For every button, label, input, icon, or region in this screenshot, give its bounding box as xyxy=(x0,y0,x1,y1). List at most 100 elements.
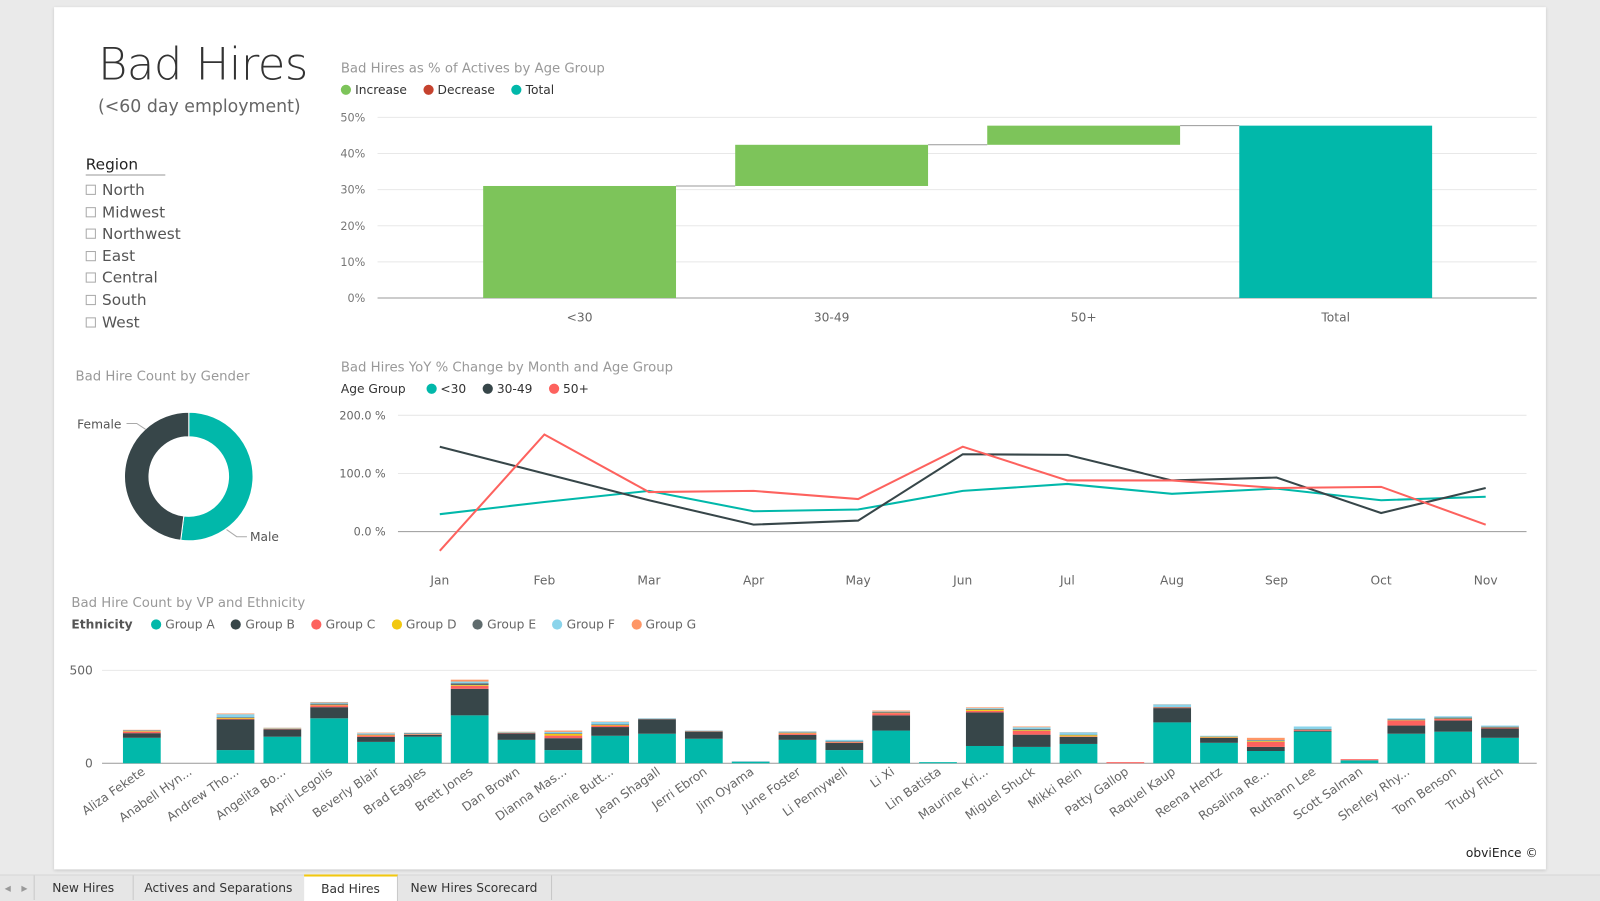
bar-segment xyxy=(638,719,676,733)
bar-segment xyxy=(1481,726,1519,727)
bar-segment xyxy=(263,729,301,730)
bar-segment xyxy=(1481,728,1519,729)
bar-segment xyxy=(872,713,910,715)
bar-segment xyxy=(451,680,489,682)
bar-segment xyxy=(825,741,863,742)
bar-segment xyxy=(310,702,348,703)
bar-segment xyxy=(825,743,863,750)
stacked-bar-chart: 0500Aliza FeketeAnabell Hyn...Andrew Tho… xyxy=(0,0,1600,900)
bar-segment xyxy=(779,732,817,733)
prev-page-icon[interactable]: ◂ xyxy=(0,876,15,900)
tab-actives-and-separations[interactable]: Actives and Separations xyxy=(133,876,305,900)
bar-segment xyxy=(357,735,395,736)
bar-segment xyxy=(357,733,395,734)
bar-segment xyxy=(591,722,629,725)
bar-segment xyxy=(1153,708,1191,709)
bar-segment xyxy=(685,732,723,739)
bar-segment xyxy=(123,731,161,732)
bar-segment xyxy=(1434,718,1472,719)
bar-segment xyxy=(1200,743,1238,763)
bar-segment xyxy=(310,705,348,707)
bar-segment xyxy=(685,739,723,764)
bar-segment xyxy=(498,733,536,734)
bar-segment xyxy=(1060,735,1098,736)
bar-segment xyxy=(1060,736,1098,737)
bar-segment xyxy=(1153,704,1191,707)
bar-segment xyxy=(263,729,301,736)
bar-segment xyxy=(1434,716,1472,717)
bar-segment xyxy=(1481,729,1519,738)
bar-segment xyxy=(451,689,489,716)
bar-segment xyxy=(1060,732,1098,734)
bar-segment xyxy=(357,735,395,736)
bar-segment xyxy=(123,733,161,738)
bar-segment xyxy=(872,711,910,712)
tab-new-hires-scorecard[interactable]: New Hires Scorecard xyxy=(397,876,552,900)
bar-segment xyxy=(1247,741,1285,742)
bar-segment xyxy=(966,710,1004,711)
bar-segment xyxy=(451,715,489,763)
bar-segment xyxy=(591,724,629,725)
bar-segment xyxy=(1013,726,1051,727)
bar-segment xyxy=(451,685,489,686)
bar-segment xyxy=(1060,737,1098,744)
bar-segment xyxy=(1013,747,1051,763)
bar-segment xyxy=(1294,730,1332,731)
bar-segment xyxy=(1060,744,1098,763)
bar-segment xyxy=(544,733,582,734)
bar-segment xyxy=(310,703,348,704)
bar-segment xyxy=(544,731,582,732)
bar-segment xyxy=(357,737,395,742)
next-page-icon[interactable]: ▸ xyxy=(15,876,34,900)
bar-segment xyxy=(217,719,255,720)
page-tabs: ◂ ▸ New Hires Actives and Separations Ba… xyxy=(0,874,1600,901)
bar-segment xyxy=(544,750,582,763)
y-tick-label: 500 xyxy=(69,663,92,677)
bar-segment xyxy=(966,712,1004,746)
bar-segment xyxy=(591,736,629,763)
bar-segment xyxy=(1387,719,1425,720)
bar-segment xyxy=(357,733,395,734)
bar-segment xyxy=(1153,722,1191,763)
bar-segment xyxy=(1294,729,1332,730)
bar-segment xyxy=(310,705,348,706)
bar-segment xyxy=(591,725,629,726)
bar-segment xyxy=(1247,751,1285,763)
bar-segment xyxy=(1341,760,1379,763)
bar-segment xyxy=(966,708,1004,709)
bar-segment xyxy=(404,735,442,737)
bar-segment xyxy=(966,707,1004,708)
bar-segment xyxy=(966,746,1004,763)
bar-segment xyxy=(544,732,582,733)
bar-segment xyxy=(1387,734,1425,764)
bar-segment xyxy=(825,750,863,763)
bar-segment xyxy=(217,714,255,717)
bar-segment xyxy=(1341,759,1379,760)
bar-segment xyxy=(872,715,910,730)
bar-segment xyxy=(310,704,348,705)
bar-segment xyxy=(638,719,676,720)
brand-label: obviEnce © xyxy=(1466,846,1538,860)
bar-segment xyxy=(404,733,442,734)
bar-segment xyxy=(1153,708,1191,722)
bar-segment xyxy=(404,737,442,764)
bar-segment xyxy=(825,740,863,741)
bar-segment xyxy=(451,686,489,689)
bar-segment xyxy=(1387,721,1425,726)
bar-segment xyxy=(872,731,910,764)
bar-segment xyxy=(310,707,348,718)
bar-segment xyxy=(263,728,301,729)
bar-segment xyxy=(404,733,442,734)
bar-segment xyxy=(451,682,489,684)
bar-segment xyxy=(217,719,255,750)
bar-segment xyxy=(498,732,536,733)
bar-segment xyxy=(1247,747,1285,751)
bar-segment xyxy=(732,762,770,763)
bar-segment xyxy=(1106,762,1144,763)
bar-segment xyxy=(217,718,255,719)
bar-segment xyxy=(591,727,629,736)
tab-new-hires[interactable]: New Hires xyxy=(34,876,134,900)
bar-segment xyxy=(1200,737,1238,738)
bar-segment xyxy=(451,683,489,685)
tab-bad-hires[interactable]: Bad Hires xyxy=(304,874,398,901)
